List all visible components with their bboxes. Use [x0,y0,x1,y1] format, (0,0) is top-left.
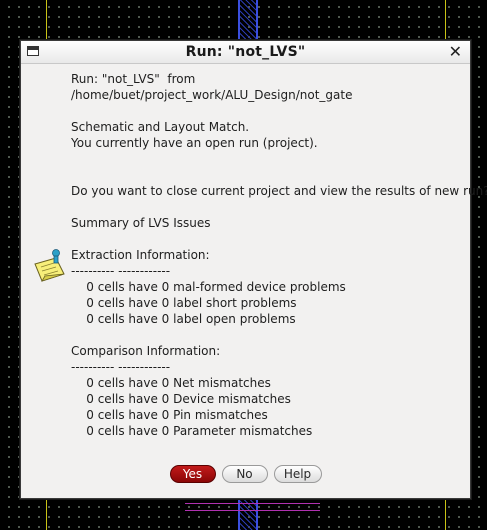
message-line: Extraction Information: [71,248,210,262]
message-line: Summary of LVS Issues [71,216,211,230]
message-line: 0 cells have 0 Device mismatches [71,392,291,406]
message-line: Run: "not_LVS" from [71,72,196,86]
info-icon [34,249,65,282]
message-line: 0 cells have 0 label open problems [71,312,296,326]
help-button[interactable]: Help [273,465,322,483]
message-line: 0 cells have 0 Net mismatches [71,376,271,390]
message-line: You currently have an open run (project)… [71,136,318,150]
yes-button[interactable]: Yes [169,465,216,483]
message-line: 0 cells have 0 label short problems [71,296,297,310]
message-line: /home/buet/project_work/ALU_Design/not_g… [71,88,353,102]
metal-strip-top [238,0,258,40]
message-line [71,231,464,247]
message-line [71,199,464,215]
message-line [71,327,464,343]
dialog-titlebar[interactable]: Run: "not_LVS" ✕ [21,41,470,64]
message-line: ---------- ------------ [71,360,171,374]
dialog-message: Run: "not_LVS" from /home/buet/project_w… [71,71,487,439]
message-line [71,103,464,119]
message-line: 0 cells have 0 mal-formed device problem… [71,280,346,294]
message-line [71,167,464,183]
layer-edge-line-2 [185,503,320,504]
message-line: Schematic and Layout Match. [71,120,250,134]
message-line: Comparison Information: [71,344,221,358]
button-row: Yes No Help [21,465,470,483]
dialog-title: Run: "not_LVS" [185,44,306,60]
close-icon[interactable]: ✕ [449,43,462,61]
message-line: ---------- ------------ [71,264,171,278]
message-line [71,151,464,167]
layer-edge-line [185,510,320,511]
message-line: 0 cells have 0 Pin mismatches [71,408,268,422]
no-button[interactable]: No [221,465,268,483]
message-line: Do you want to close current project and… [71,184,487,198]
run-dialog: Run: "not_LVS" ✕ Run: "not_LVS" from /ho… [20,40,487,499]
message-line: 0 cells have 0 Parameter mismatches [71,424,313,438]
